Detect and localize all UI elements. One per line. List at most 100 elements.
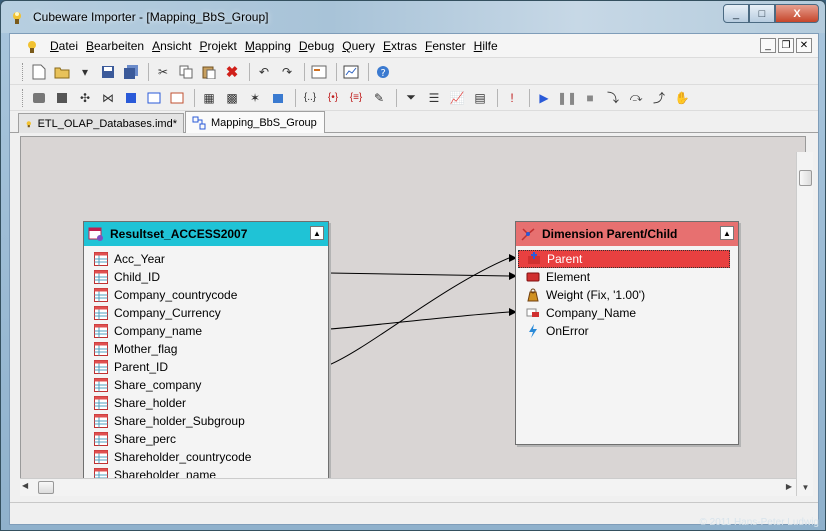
toolbar-grip[interactable] (22, 88, 25, 107)
sort-icon[interactable]: ☰ (424, 88, 444, 108)
field-row[interactable]: Company_Currency (84, 304, 328, 322)
field-row[interactable]: Parent_ID (84, 358, 328, 376)
menu-extras[interactable]: Extras (379, 39, 421, 53)
chart-report-icon[interactable] (341, 62, 361, 82)
step-into-icon[interactable]: ⤵ (603, 88, 623, 108)
scroll-thumb[interactable] (799, 170, 812, 186)
variable-icon[interactable]: {..} (300, 88, 320, 108)
open-dropdown-icon[interactable]: ▾ (75, 62, 95, 82)
mdi-restore-button[interactable]: ❐ (778, 38, 794, 53)
dimension-field-row[interactable]: Weight (Fix, '1.00') (516, 286, 738, 304)
dimension-box[interactable]: Dimension Parent/Child ▲ Parent Element We… (515, 221, 739, 445)
toolbar-grip[interactable] (22, 62, 25, 81)
menu-ansicht[interactable]: Ansicht (148, 39, 195, 53)
transform-icon[interactable]: ✣ (75, 88, 95, 108)
dimension-field-row[interactable]: OnError (516, 322, 738, 340)
cube-gray-icon[interactable] (52, 88, 72, 108)
delete-icon[interactable]: ✖ (222, 62, 242, 82)
properties-icon[interactable] (309, 62, 329, 82)
tab-label: ETL_OLAP_Databases.imd* (37, 117, 177, 130)
menu-fenster[interactable]: Fenster (421, 39, 470, 53)
dimension-header[interactable]: Dimension Parent/Child (516, 222, 738, 246)
run-icon[interactable]: ▶ (534, 88, 554, 108)
collapse-button[interactable]: ▲ (720, 226, 734, 240)
filter-icon[interactable]: ⏷ (401, 88, 421, 108)
step-over-icon[interactable]: ⤼ (626, 88, 646, 108)
save-icon[interactable] (98, 62, 118, 82)
database-icon[interactable] (29, 88, 49, 108)
grid-filter-icon[interactable]: ▩ (222, 88, 242, 108)
copyright-text: © 2011 Hans-Peter Ludwig (699, 517, 819, 528)
resultset-header[interactable]: Resultset_ACCESS2007 (84, 222, 328, 246)
dimension-field-row[interactable]: Parent (518, 250, 730, 268)
new-file-icon[interactable] (29, 62, 49, 82)
scroll-thumb[interactable] (38, 481, 54, 494)
breakpoint-icon[interactable]: ! (502, 88, 522, 108)
mapping-canvas[interactable]: Resultset_ACCESS2007 ▲ Acc_Year Child_ID C… (20, 136, 806, 496)
horizontal-scrollbar[interactable]: ◀ ▶ (20, 478, 796, 496)
save-all-icon[interactable] (121, 62, 141, 82)
menu-mapping[interactable]: Mapping (241, 39, 295, 53)
help-icon[interactable]: ? (373, 62, 393, 82)
variable-red-icon[interactable]: {•} (323, 88, 343, 108)
open-folder-icon[interactable] (52, 62, 72, 82)
field-row[interactable]: Share_company (84, 376, 328, 394)
table-icon[interactable] (167, 88, 187, 108)
cut-icon[interactable]: ✂ (153, 62, 173, 82)
field-row[interactable]: Share_holder (84, 394, 328, 412)
title-bar[interactable]: Cubeware Importer - [Mapping_BbS_Group] … (1, 1, 825, 33)
menu-hilfe[interactable]: Hilfe (470, 39, 502, 53)
menu-query[interactable]: Query (338, 39, 379, 53)
stop-icon[interactable]: ■ (580, 88, 600, 108)
pause-icon[interactable]: ❚❚ (557, 88, 577, 108)
mdi-close-button[interactable]: ✕ (796, 38, 812, 53)
log-icon[interactable]: ▤ (470, 88, 490, 108)
tab-etl-olap-databases[interactable]: ETL_OLAP_Databases.imd* (18, 113, 184, 133)
paste-icon[interactable] (199, 62, 219, 82)
cube-import-icon[interactable] (268, 88, 288, 108)
standard-toolbar: ▾ ✂ ✖ ↶ ↷ ? (10, 59, 818, 85)
menu-projekt[interactable]: Projekt (195, 39, 240, 53)
document-icon[interactable] (24, 38, 40, 54)
hand-icon[interactable]: ✋ (672, 88, 692, 108)
scroll-right-icon[interactable]: ▶ (786, 482, 792, 491)
window-icon[interactable] (144, 88, 164, 108)
client-area: Datei Bearbeiten Ansicht Projekt Mapping Debu… (9, 33, 819, 525)
mdi-minimize-button[interactable]: _ (760, 38, 776, 53)
close-button[interactable]: X (775, 4, 819, 23)
menu-bearbeiten[interactable]: Bearbeiten (82, 39, 148, 53)
resultset-box[interactable]: Resultset_ACCESS2007 ▲ Acc_Year Child_ID C… (83, 221, 329, 495)
chart-icon[interactable]: 📈 (447, 88, 467, 108)
cube-blue-icon[interactable] (121, 88, 141, 108)
collapse-button[interactable]: ▲ (310, 226, 324, 240)
variable-list-icon[interactable]: {≡} (346, 88, 366, 108)
step-out-icon[interactable]: ⤴ (649, 88, 669, 108)
tab-mapping-bbs-group[interactable]: Mapping_BbS_Group (185, 111, 325, 133)
join-icon[interactable]: ⋈ (98, 88, 118, 108)
mapping-line-company-name (328, 311, 510, 330)
field-row[interactable]: Share_perc (84, 430, 328, 448)
field-row[interactable]: Shareholder_countrycode (84, 448, 328, 466)
maximize-button[interactable]: □ (749, 4, 775, 23)
field-row[interactable]: Share_holder_Subgroup (84, 412, 328, 430)
parent-icon (527, 252, 541, 266)
dimension-field-row[interactable]: Company_Name (516, 304, 738, 322)
field-row[interactable]: Company_countrycode (84, 286, 328, 304)
redo-icon[interactable]: ↷ (277, 62, 297, 82)
menu-debug[interactable]: Debug (295, 39, 338, 53)
field-row[interactable]: Child_ID (84, 268, 328, 286)
undo-icon[interactable]: ↶ (254, 62, 274, 82)
dimension-field-row[interactable]: Element (516, 268, 738, 286)
field-row[interactable]: Company_name (84, 322, 328, 340)
grid-icon[interactable]: ▦ (199, 88, 219, 108)
minimize-button[interactable]: _ (723, 4, 749, 23)
scroll-down-icon[interactable]: ▼ (797, 479, 814, 496)
copy-icon[interactable] (176, 62, 196, 82)
field-row[interactable]: Acc_Year (84, 250, 328, 268)
wizard-icon[interactable]: ✶ (245, 88, 265, 108)
field-row[interactable]: Mother_flag (84, 340, 328, 358)
menu-datei[interactable]: Datei (46, 39, 82, 53)
variable-edit-icon[interactable]: ✎ (369, 88, 389, 108)
vertical-scrollbar[interactable]: ▼ (796, 152, 813, 496)
scroll-left-icon[interactable]: ◀ (22, 481, 28, 490)
